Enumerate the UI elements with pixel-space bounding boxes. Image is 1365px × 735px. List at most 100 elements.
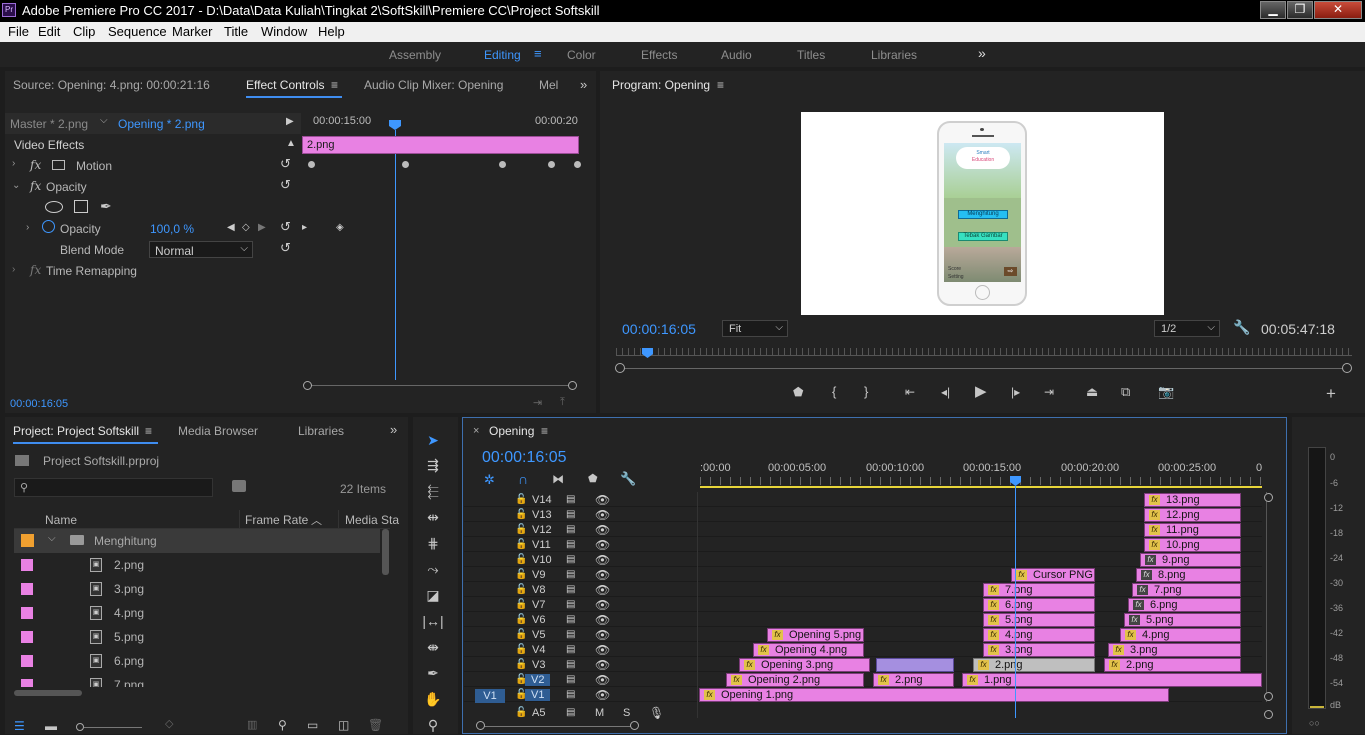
menu-file[interactable]: File	[8, 24, 29, 39]
rolling-edit-icon[interactable]: ⋕	[422, 533, 444, 553]
lock-icon[interactable]: 🔓	[515, 707, 527, 718]
clip-3-png-b[interactable]: fx 3.png	[1108, 643, 1241, 657]
keyframe-dot[interactable]	[574, 161, 581, 168]
ripple-edit-icon[interactable]: ⇹	[422, 507, 444, 527]
slide-icon[interactable]: ⇼	[422, 637, 444, 657]
fx-icon[interactable]: fx	[30, 158, 41, 172]
track-label[interactable]: V9	[532, 569, 545, 581]
lock-icon[interactable]: 🔓	[515, 539, 527, 550]
timeline-h-scrollbar[interactable]	[480, 726, 635, 727]
menu-sequence[interactable]: Sequence	[108, 24, 167, 39]
sync-lock-icon[interactable]: ▤	[566, 494, 575, 505]
track-label[interactable]: V11	[532, 539, 551, 551]
panel-menu-icon[interactable]: ≡	[541, 425, 548, 437]
voiceover-mic-icon[interactable]: 🎙	[649, 706, 664, 720]
eye-icon[interactable]: 👁	[595, 613, 610, 627]
close-tab-icon[interactable]: ×	[473, 425, 479, 437]
close-button[interactable]: ✕	[1314, 1, 1362, 19]
sync-lock-icon[interactable]: ▤	[566, 509, 575, 520]
clip-2-png-v2[interactable]: fx 2.png	[873, 673, 954, 687]
track-label[interactable]: V7	[532, 599, 545, 611]
clip-5-png[interactable]: fx 5.png	[983, 613, 1095, 627]
eye-icon[interactable]: 👁	[595, 688, 610, 702]
keyframe-nav-icon[interactable]: ▸	[302, 222, 307, 233]
menu-window[interactable]: Window	[261, 24, 307, 39]
reset-motion-icon[interactable]: ↺	[280, 156, 291, 172]
prev-keyframe-icon[interactable]: ◀	[227, 222, 235, 233]
mark-in-icon[interactable]: {	[832, 385, 836, 398]
project-search-input[interactable]: ⚲	[14, 478, 213, 497]
panel-menu-icon[interactable]: ≡	[145, 425, 152, 437]
menu-clip[interactable]: Clip	[73, 24, 95, 39]
workspace-editing[interactable]: Editing	[484, 48, 521, 62]
clip-7-png-b[interactable]: fx 7.png	[1132, 583, 1241, 597]
razor-icon[interactable]: ◪	[422, 585, 444, 605]
time-remap-expand-icon[interactable]: ›	[12, 264, 15, 275]
workspace-effects[interactable]: Effects	[641, 48, 677, 62]
nest-insert-icon[interactable]: ✲	[484, 473, 495, 486]
sync-lock-icon[interactable]: ▤	[566, 614, 575, 625]
lock-icon[interactable]: 🔓	[515, 599, 527, 610]
opacity-expand-icon[interactable]: ›	[26, 222, 29, 233]
clip-11-png[interactable]: fx 11.png	[1144, 523, 1241, 537]
list-view-icon[interactable]: ☰	[14, 720, 25, 732]
panel-menu-icon[interactable]: ≡	[717, 79, 724, 91]
clip-6-png-b[interactable]: fx 6.png	[1128, 598, 1241, 612]
icon-view-icon[interactable]: ▬	[45, 720, 57, 732]
lock-icon[interactable]: 🔓	[515, 569, 527, 580]
track-label[interactable]: V4	[532, 644, 545, 656]
clip-10-png[interactable]: fx 10.png	[1144, 538, 1241, 552]
resolution-select[interactable]: 1/2 ⌵	[1154, 320, 1220, 337]
minimize-button[interactable]: ▁	[1260, 1, 1286, 19]
fit-select[interactable]: Fit ⌵	[722, 320, 788, 337]
program-zoom-right[interactable]	[1342, 363, 1352, 373]
lock-icon[interactable]: 🔓	[515, 524, 527, 535]
lock-icon[interactable]: 🔓	[515, 644, 527, 655]
eye-icon[interactable]: 👁	[595, 628, 610, 642]
keyframe-dot[interactable]	[499, 161, 506, 168]
clip-9-png[interactable]: fx 9.png	[1140, 553, 1241, 567]
rectangle-mask-icon[interactable]	[74, 200, 88, 213]
export-frame-icon[interactable]: ⤒	[560, 396, 565, 409]
list-item[interactable]: ▣ 5.png	[14, 625, 380, 649]
track-select-backward-icon[interactable]: ⬱	[422, 481, 444, 501]
eye-icon[interactable]: 👁	[595, 523, 610, 537]
list-item[interactable]: ▣ 6.png	[14, 649, 380, 673]
go-to-out-icon[interactable]: ⇥	[1044, 386, 1054, 398]
clip-5-png-b[interactable]: fx 5.png	[1124, 613, 1241, 627]
eye-icon[interactable]: 👁	[595, 658, 610, 672]
column-name[interactable]: Name	[45, 513, 77, 527]
motion-expand-icon[interactable]: ›	[12, 158, 15, 169]
sync-lock-icon[interactable]: ▤	[566, 584, 575, 595]
h-scroll-handle-right[interactable]	[630, 721, 639, 730]
column-media-start[interactable]: Media Sta	[345, 513, 399, 527]
effect-opacity[interactable]: Opacity	[46, 180, 87, 194]
column-frame-rate[interactable]: Frame Rate	[245, 513, 308, 527]
solo-button[interactable]: S	[623, 707, 630, 719]
workspace-audio[interactable]: Audio	[721, 48, 752, 62]
program-zoom-left[interactable]	[615, 363, 625, 373]
eye-icon[interactable]: 👁	[595, 598, 610, 612]
effect-motion[interactable]: Motion	[76, 159, 112, 173]
panel-menu-icon[interactable]: ≡	[331, 79, 338, 91]
find-icon[interactable]: ⚲	[278, 719, 287, 731]
pen-mask-icon[interactable]: ✒	[100, 198, 112, 215]
track-label-a5[interactable]: A5	[532, 707, 545, 719]
step-back-icon[interactable]: ◂|	[941, 386, 950, 398]
extract-icon[interactable]: ⧉	[1121, 385, 1130, 398]
menu-marker[interactable]: Marker	[172, 24, 212, 39]
source-patch-v1[interactable]: V1	[475, 689, 505, 703]
panel-overflow-icon[interactable]: »	[580, 78, 587, 91]
clip-6-png[interactable]: fx 6.png	[983, 598, 1095, 612]
workspace-assembly[interactable]: Assembly	[389, 48, 441, 62]
chevron-down-icon[interactable]: ⌵	[48, 533, 56, 544]
automate-sequence-icon[interactable]: ▥	[247, 720, 257, 731]
play-icon[interactable]: ▶	[975, 384, 987, 399]
rate-stretch-icon[interactable]: ⤳	[422, 559, 444, 579]
reset-blend-icon[interactable]: ↺	[280, 240, 291, 256]
add-keyframe-icon[interactable]: ◇	[242, 222, 250, 233]
ec-zoom-handle-left[interactable]	[303, 381, 312, 390]
clear-icon[interactable]: 🗑	[368, 719, 383, 731]
add-marker-icon[interactable]: ⬟	[793, 386, 803, 398]
lock-icon[interactable]: 🔓	[515, 554, 527, 565]
